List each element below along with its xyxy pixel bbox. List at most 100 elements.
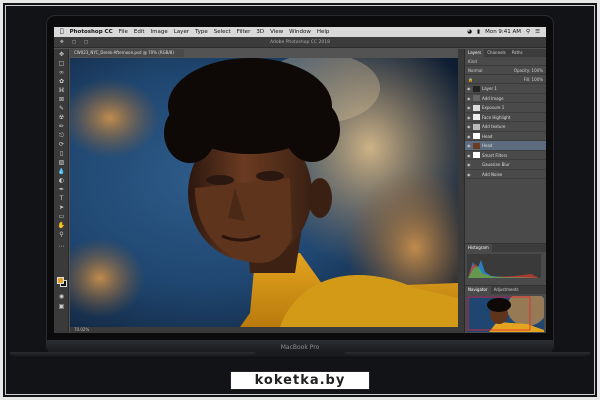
healing-brush-tool-icon[interactable]: ☢ bbox=[57, 114, 66, 121]
document-canvas[interactable] bbox=[70, 58, 458, 327]
layer-thumbnail bbox=[473, 142, 480, 149]
visibility-eye-icon[interactable]: ◉ bbox=[467, 122, 471, 132]
menu-window[interactable]: Window bbox=[289, 27, 311, 37]
status-bar: 70.02% bbox=[70, 327, 458, 333]
options-bar: Adobe Photoshop CC 2018 ✥ ▢ ▢ bbox=[54, 37, 546, 48]
tab-navigator[interactable]: Navigator bbox=[465, 286, 491, 294]
app-menu-photoshop[interactable]: Photoshop CC bbox=[70, 27, 113, 37]
menu-bar-status: ◕ ▮ Mon 9:41 AM ⚲ ☰ bbox=[467, 27, 540, 37]
layer-row[interactable]: ◉ Add texture bbox=[465, 122, 546, 132]
smart-filter-thumbnail bbox=[473, 152, 480, 158]
menu-image[interactable]: Image bbox=[151, 27, 168, 37]
layer-row[interactable]: ◉ Layer 1 bbox=[465, 84, 546, 94]
menu-file[interactable]: File bbox=[119, 27, 128, 37]
menu-edit[interactable]: Edit bbox=[134, 27, 145, 37]
fill-field[interactable]: Fill: 100% bbox=[524, 75, 543, 83]
eyedropper-tool-icon[interactable]: ✎ bbox=[57, 105, 66, 112]
wifi-icon[interactable]: ◕ bbox=[467, 27, 472, 37]
layers-fill-row: 🔒 Fill: 100% bbox=[465, 75, 546, 84]
layer-name: Add texture bbox=[482, 124, 506, 129]
layer-row[interactable]: ◉ Gaussian Blur bbox=[465, 160, 546, 170]
layer-row-selected[interactable]: ◉ Head bbox=[465, 141, 546, 151]
menu-type[interactable]: Type bbox=[195, 27, 208, 37]
layer-name: Add Noise bbox=[482, 171, 503, 177]
layer-row[interactable]: ◉ Exposure 1 bbox=[465, 103, 546, 113]
visibility-eye-icon[interactable]: ◉ bbox=[467, 151, 471, 161]
path-selection-tool-icon[interactable]: ➤ bbox=[57, 204, 66, 211]
visibility-eye-icon[interactable]: ◉ bbox=[467, 103, 471, 113]
lock-icons[interactable]: 🔒 bbox=[468, 75, 473, 83]
layer-row[interactable]: ◉ Add Noise bbox=[465, 170, 546, 180]
history-brush-tool-icon[interactable]: ⟳ bbox=[57, 141, 66, 148]
navigator-preview[interactable] bbox=[467, 296, 544, 332]
histogram-panel: Histogram bbox=[465, 243, 546, 281]
clone-stamp-tool-icon[interactable]: ⎋ bbox=[57, 132, 66, 139]
folder-icon bbox=[473, 95, 480, 101]
marquee-tool-icon[interactable]: □ bbox=[57, 60, 66, 67]
menu-help[interactable]: Help bbox=[317, 27, 330, 37]
histogram-graph bbox=[467, 254, 541, 278]
menu-3d[interactable]: 3D bbox=[256, 27, 264, 37]
layer-name: Head bbox=[482, 143, 493, 148]
tab-paths[interactable]: Paths bbox=[509, 49, 526, 57]
brush-tool-icon[interactable]: ✏ bbox=[57, 123, 66, 130]
more-tools-icon[interactable]: ⋯ bbox=[57, 243, 66, 250]
menu-select[interactable]: Select bbox=[214, 27, 231, 37]
navigator-tabs: Navigator Adjustments bbox=[465, 286, 546, 294]
search-icon[interactable]: ⚲ bbox=[526, 27, 530, 37]
crop-tool-icon[interactable]: ⌘ bbox=[57, 87, 66, 94]
layers-filter-row: Kind bbox=[465, 57, 546, 66]
type-tool-icon[interactable]: T bbox=[57, 195, 66, 202]
layer-name: Gaussian Blur bbox=[482, 162, 510, 167]
tab-adjustments[interactable]: Adjustments bbox=[491, 286, 522, 294]
hand-tool-icon[interactable]: ✋ bbox=[57, 222, 66, 229]
menu-layer[interactable]: Layer bbox=[174, 27, 189, 37]
tab-layers[interactable]: Layers bbox=[465, 49, 485, 57]
portrait-photo bbox=[70, 58, 458, 327]
visibility-eye-icon[interactable]: ◉ bbox=[467, 113, 471, 123]
menu-filter[interactable]: Filter bbox=[237, 27, 251, 37]
quick-select-tool-icon[interactable]: ✿ bbox=[57, 78, 66, 85]
layer-name: Smart Filters bbox=[482, 152, 508, 158]
visibility-eye-icon[interactable]: ◉ bbox=[467, 160, 471, 170]
frame-tool-icon[interactable]: ⊠ bbox=[57, 96, 66, 103]
rectangle-tool-icon[interactable]: ▭ bbox=[57, 213, 66, 220]
menu-view[interactable]: View bbox=[270, 27, 283, 37]
blend-mode-select[interactable]: Normal bbox=[468, 66, 482, 74]
quick-mask-icon[interactable]: ◉ bbox=[57, 293, 66, 300]
layer-kind-filter[interactable]: Kind bbox=[468, 57, 477, 65]
layer-row[interactable]: ◉ Add Image bbox=[465, 94, 546, 104]
foreground-color-swatch[interactable] bbox=[57, 277, 64, 284]
pen-tool-icon[interactable]: ✒ bbox=[57, 186, 66, 193]
tab-channels[interactable]: Channels bbox=[484, 49, 509, 57]
control-center-icon[interactable]: ☰ bbox=[535, 27, 540, 37]
visibility-eye-icon[interactable]: ◉ bbox=[467, 170, 471, 180]
move-tool-icon[interactable]: ✥ bbox=[57, 51, 66, 58]
gradient-tool-icon[interactable]: ▧ bbox=[57, 159, 66, 166]
visibility-eye-icon[interactable]: ◉ bbox=[467, 141, 471, 151]
layer-row[interactable]: ◉ Head bbox=[465, 132, 546, 142]
document-tab[interactable]: CW023_NYC_Derek-Afternoon.psd @ 70% (RGB… bbox=[70, 49, 184, 57]
battery-icon[interactable]: ▮ bbox=[477, 27, 480, 37]
dodge-tool-icon[interactable]: ◐ bbox=[57, 177, 66, 184]
blur-tool-icon[interactable]: 💧 bbox=[57, 168, 66, 175]
layer-thumbnail bbox=[473, 85, 480, 92]
visibility-eye-icon[interactable]: ◉ bbox=[467, 132, 471, 142]
apple-icon[interactable]:  bbox=[60, 27, 64, 37]
layers-panel-tabs: Layers Channels Paths bbox=[465, 49, 546, 57]
zoom-tool-icon[interactable]: ⚲ bbox=[57, 231, 66, 238]
visibility-eye-icon[interactable]: ◉ bbox=[467, 94, 471, 104]
opacity-field[interactable]: Opacity: 100% bbox=[514, 66, 543, 74]
layer-name: Head bbox=[482, 133, 493, 139]
layer-name: Layer 1 bbox=[482, 86, 497, 91]
tab-histogram[interactable]: Histogram bbox=[465, 244, 492, 252]
layer-row[interactable]: ◉ Face Highlight bbox=[465, 113, 546, 123]
window-title: Adobe Photoshop CC 2018 bbox=[270, 40, 330, 45]
eraser-tool-icon[interactable]: ▯ bbox=[57, 150, 66, 157]
layer-row[interactable]: ◉ Smart Filters bbox=[465, 151, 546, 161]
lasso-tool-icon[interactable]: ∞ bbox=[57, 69, 66, 76]
adjustment-thumbnail bbox=[473, 104, 480, 111]
visibility-eye-icon[interactable]: ◉ bbox=[467, 84, 471, 94]
menu-clock[interactable]: Mon 9:41 AM bbox=[485, 27, 521, 37]
screen-mode-icon[interactable]: ▣ bbox=[57, 303, 66, 310]
